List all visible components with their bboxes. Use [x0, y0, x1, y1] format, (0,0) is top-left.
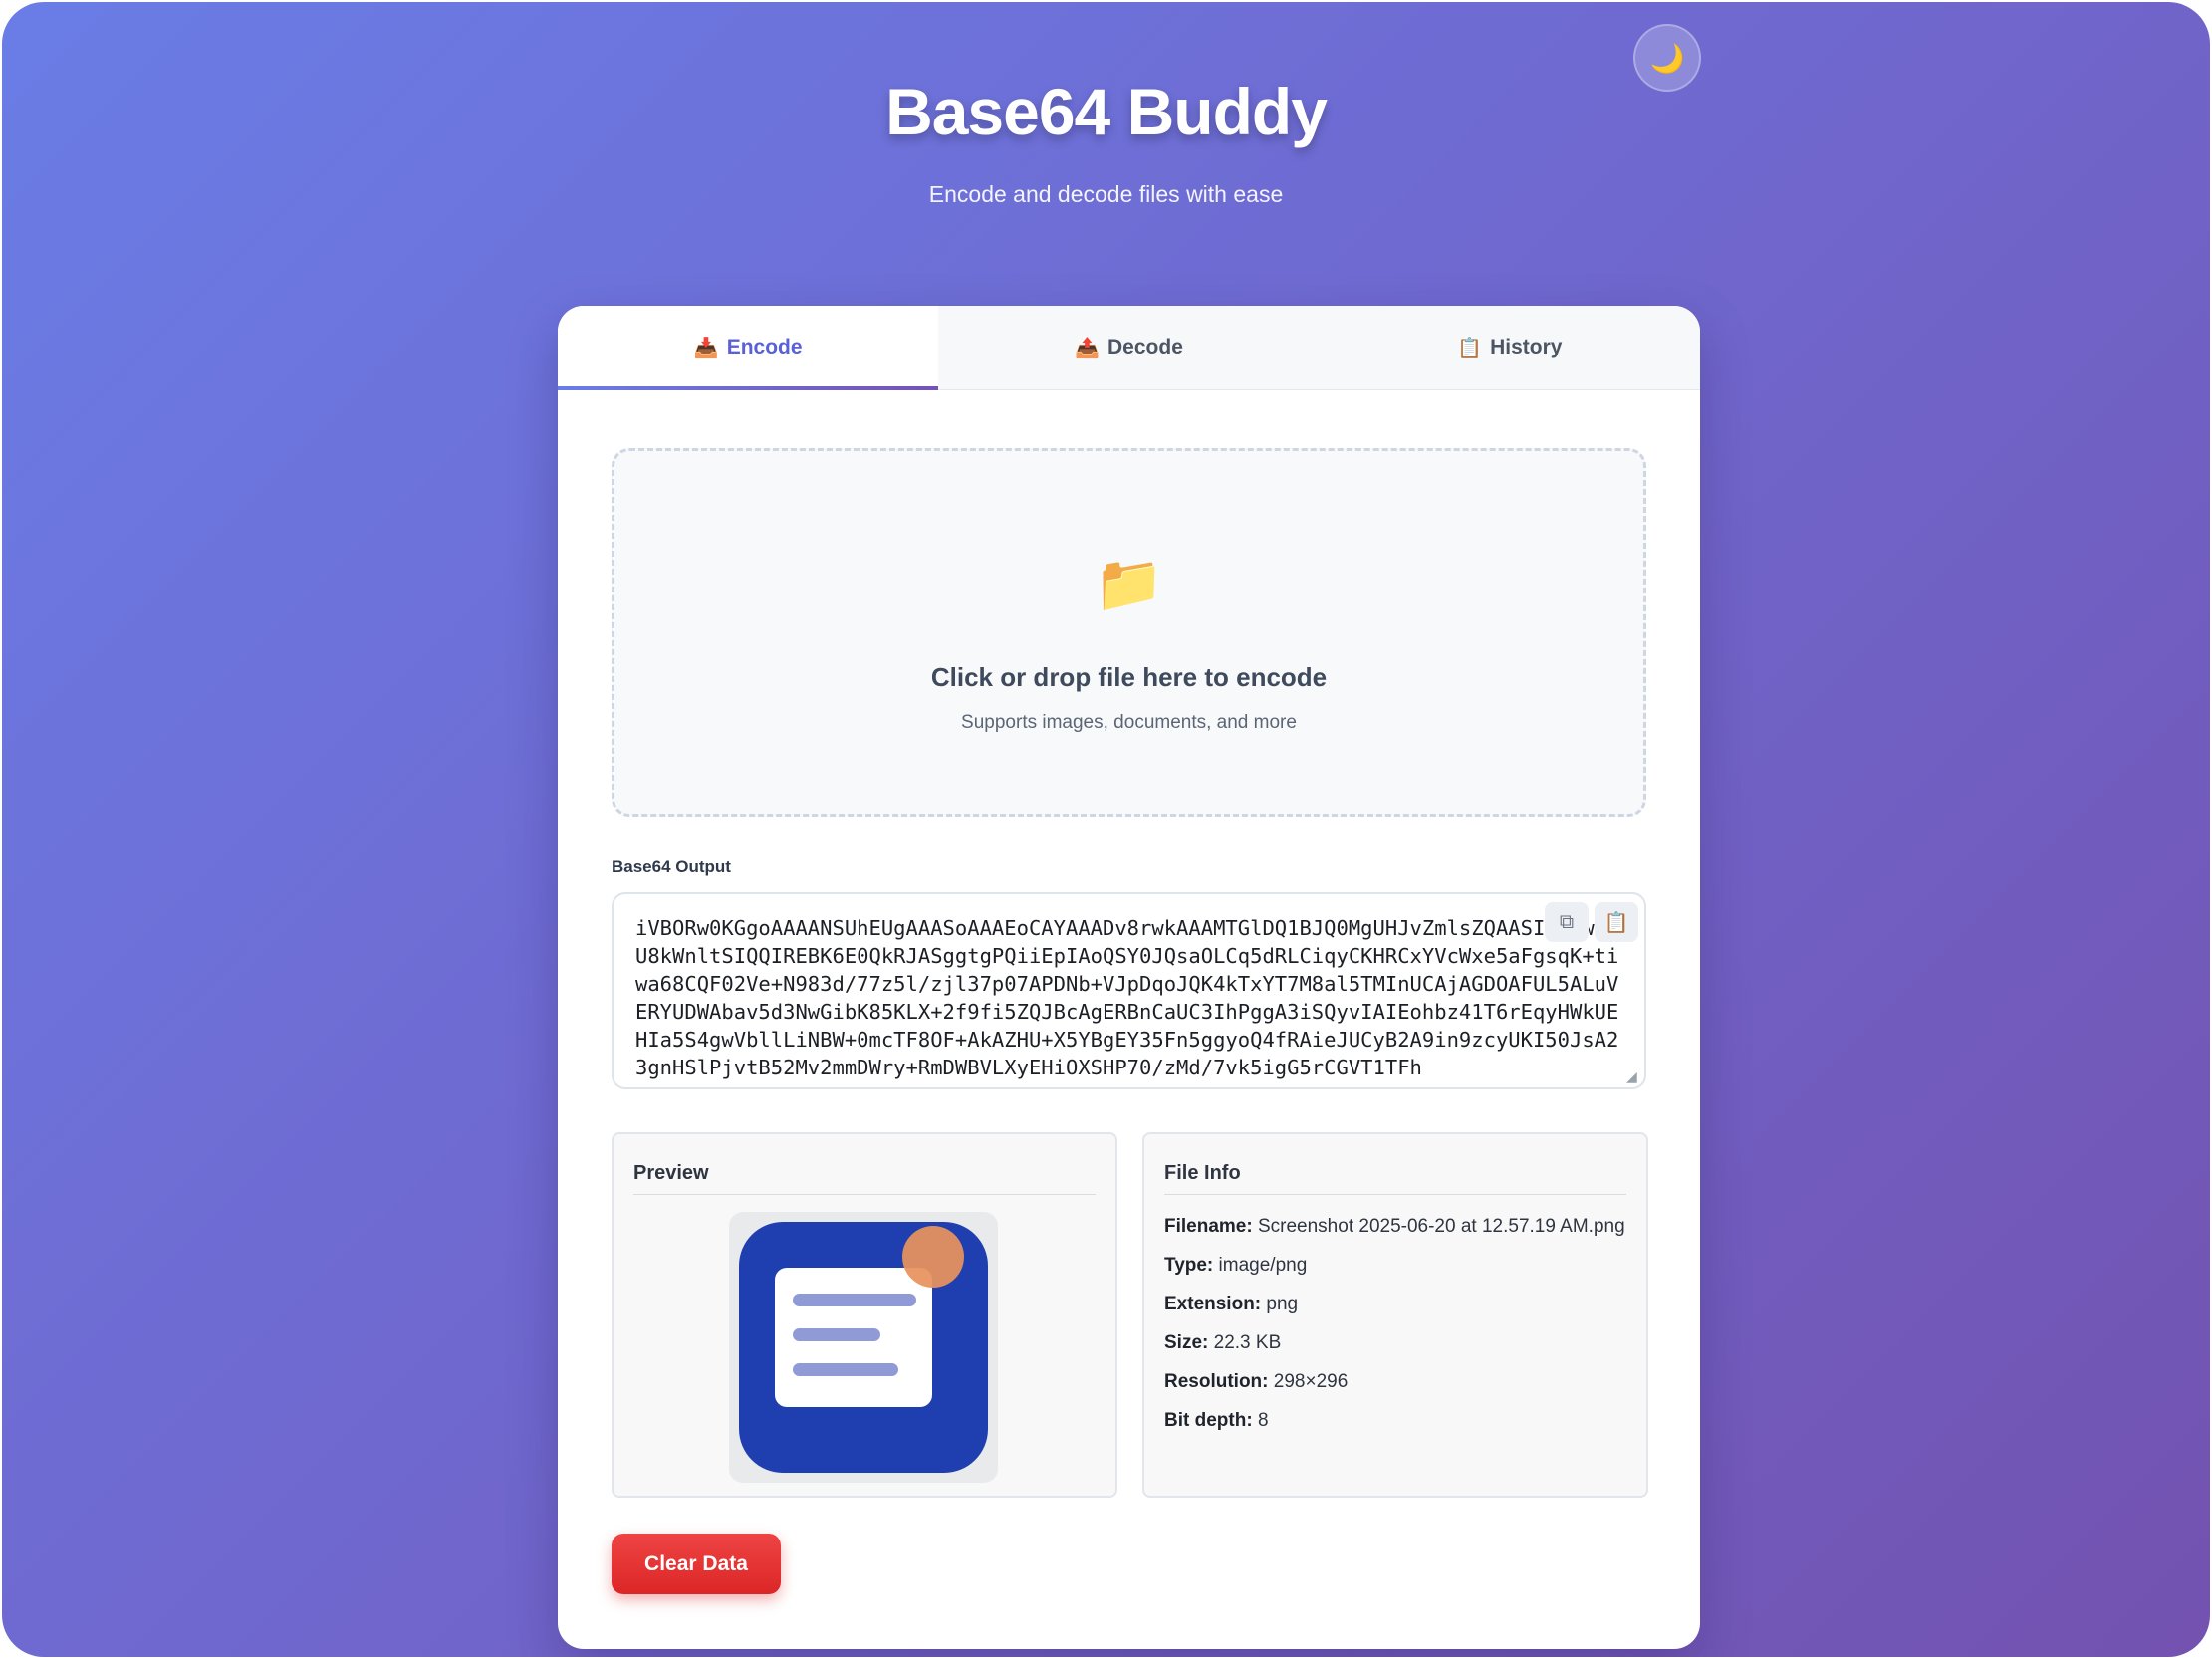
output-label: Base64 Output — [612, 857, 731, 876]
info-value: Screenshot 2025-06-20 at 12.57.19 AM.png — [1257, 1216, 1625, 1237]
clipboard-icon: 📋 — [1603, 911, 1629, 934]
preview-image — [729, 1212, 998, 1483]
info-value: png — [1266, 1294, 1299, 1314]
app-title: Base64 Buddy — [885, 75, 1328, 148]
info-key: Size: — [1164, 1332, 1209, 1353]
file-info-row-extension: Extension: png — [1164, 1290, 1630, 1318]
info-value: image/png — [1218, 1255, 1308, 1276]
file-info-row-size: Size: 22.3 KB — [1164, 1328, 1630, 1357]
tab-label: History — [1490, 336, 1563, 358]
divider — [633, 1194, 1096, 1195]
file-info-title: File Info — [1164, 1162, 1241, 1184]
tab-label: Encode — [726, 336, 803, 358]
clear-data-button[interactable]: Clear Data — [612, 1534, 781, 1594]
preview-panel: Preview — [612, 1132, 1117, 1498]
app-background: 🌙 Base64 Buddy Encode and decode files w… — [2, 2, 2210, 1657]
file-info-panel: File Info Filename: Screenshot 2025-06-2… — [1142, 1132, 1648, 1498]
preview-title: Preview — [633, 1162, 709, 1184]
file-info-row-resolution: Resolution: 298×296 — [1164, 1367, 1630, 1396]
copy-icon: ⧉ — [1559, 910, 1575, 933]
copy-button[interactable]: ⧉ — [1545, 902, 1589, 942]
tab-encode[interactable]: 📥 Encode — [558, 306, 939, 390]
outbox-tray-icon: 📤 — [1075, 337, 1101, 359]
clipboard-icon: 📋 — [1457, 337, 1483, 359]
dropzone-title: Click or drop file here to encode — [930, 662, 1328, 692]
base64-output-text[interactable]: iVBORw0KGgoAAAANSUhEUgAAASoAAAEoCAYAAADv… — [635, 914, 1621, 1085]
info-value: 22.3 KB — [1213, 1332, 1282, 1353]
clipboard-button[interactable]: 📋 — [1595, 902, 1638, 942]
info-key: Filename: — [1164, 1216, 1253, 1237]
dropzone-subtitle: Supports images, documents, and more — [961, 712, 1297, 733]
info-key: Resolution: — [1164, 1371, 1269, 1392]
info-key: Type: — [1164, 1255, 1214, 1276]
folder-icon: 📁 — [1094, 552, 1164, 614]
document-app-icon — [739, 1222, 988, 1473]
info-key: Bit depth: — [1164, 1410, 1253, 1431]
tab-decode[interactable]: 📤 Decode — [938, 306, 1319, 389]
file-info-list: Filename: Screenshot 2025-06-20 at 12.57… — [1164, 1212, 1630, 1445]
file-info-row-type: Type: image/png — [1164, 1251, 1630, 1280]
inbox-tray-icon: 📥 — [693, 337, 719, 359]
file-info-row-filename: Filename: Screenshot 2025-06-20 at 12.57… — [1164, 1212, 1630, 1241]
base64-output-textarea[interactable]: iVBORw0KGgoAAAANSUhEUgAAASoAAAEoCAYAAADv… — [612, 892, 1646, 1089]
resize-handle[interactable]: ◢ — [1626, 1069, 1640, 1083]
file-info-row-bit-depth: Bit depth: 8 — [1164, 1406, 1630, 1435]
tab-history[interactable]: 📋 History — [1320, 306, 1700, 389]
info-value: 298×296 — [1273, 1371, 1349, 1392]
info-key: Extension: — [1164, 1294, 1262, 1314]
file-dropzone[interactable]: 📁 Click or drop file here to encode Supp… — [612, 448, 1646, 817]
info-value: 8 — [1257, 1410, 1269, 1431]
main-card: 📥 Encode 📤 Decode 📋 History 📁 Click or d… — [558, 306, 1700, 1649]
tab-bar: 📥 Encode 📤 Decode 📋 History — [558, 306, 1700, 390]
divider — [1164, 1194, 1626, 1195]
moon-icon: 🌙 — [1649, 42, 1685, 74]
app-subtitle: Encode and decode files with ease — [928, 181, 1284, 207]
tab-label: Decode — [1107, 336, 1183, 358]
